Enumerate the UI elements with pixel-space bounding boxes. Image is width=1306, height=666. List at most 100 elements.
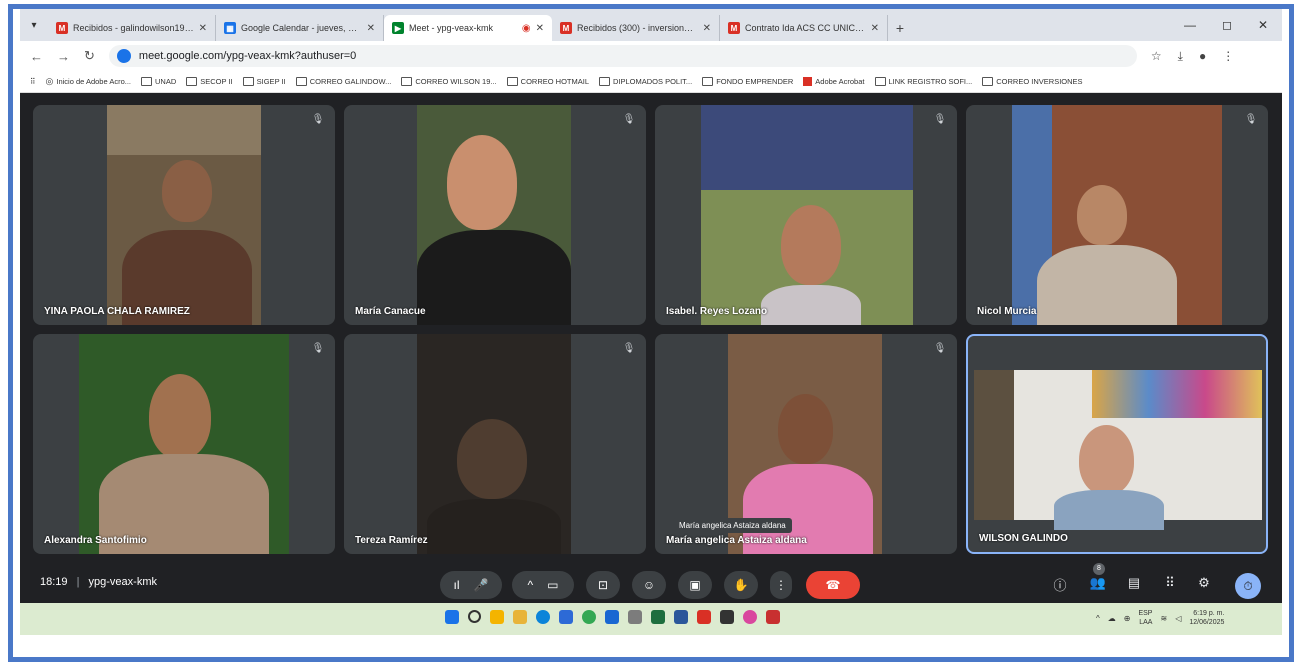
activities-icon[interactable]: ⠿ xyxy=(1160,575,1180,595)
close-icon[interactable]: ✕ xyxy=(703,23,711,34)
bookmark-item[interactable]: FONDO EMPRENDER xyxy=(702,77,793,86)
self-view-tile[interactable]: WILSON GALINDO xyxy=(966,334,1268,554)
participant-tile[interactable]: 🎙 Tereza Ramírez xyxy=(344,334,646,554)
back-icon[interactable]: ← xyxy=(30,49,43,64)
search-icon[interactable] xyxy=(468,610,481,623)
video-feed xyxy=(417,105,571,325)
bookmark-item[interactable]: CORREO INVERSIONES xyxy=(982,77,1083,86)
hang-up-icon: ☎ xyxy=(825,578,841,592)
participant-tile[interactable]: 🎙 Nicol Murcia xyxy=(966,105,1268,325)
bookmark-star-icon[interactable]: ☆ xyxy=(1151,49,1162,64)
chat-icon[interactable]: ▤ xyxy=(1124,575,1144,595)
forward-icon[interactable]: → xyxy=(57,49,70,64)
video-feed xyxy=(974,370,1262,530)
settings-icon[interactable] xyxy=(628,610,642,624)
bookmark-item[interactable]: LINK REGISTRO SOFI... xyxy=(874,77,972,86)
participant-name: Alexandra Santofimio xyxy=(44,535,147,546)
camera-button[interactable]: ^ ▭ xyxy=(512,571,574,599)
control-bar: 18:19 | ypg-veax-kmk ıl 🎤 ^ ▭ ⊡ ☺ ▣ ✋ ⋮ … xyxy=(20,563,1282,603)
present-button[interactable]: ⊡ xyxy=(586,571,620,599)
outlook-icon[interactable] xyxy=(674,610,688,624)
url-field[interactable]: meet.google.com/ypg-veax-kmk?authuser=0 xyxy=(108,45,1137,67)
bookmark-item[interactable]: UNAD xyxy=(141,77,176,86)
store-icon[interactable] xyxy=(559,610,573,624)
excel-icon[interactable] xyxy=(651,610,665,624)
windows-start-icon[interactable] xyxy=(445,610,459,624)
minimize-icon[interactable]: — xyxy=(1184,18,1196,32)
menu-icon[interactable]: ⋮ xyxy=(1222,49,1234,64)
leave-call-button[interactable]: ☎ xyxy=(806,571,860,599)
tab-meet[interactable]: ▶ Meet - ypg-veax-kmk ◉ ✕ xyxy=(384,15,552,41)
folder-icon xyxy=(186,77,198,86)
close-icon[interactable]: ✕ xyxy=(199,23,207,34)
more-options-button[interactable]: ⋮ xyxy=(770,571,792,599)
close-icon[interactable]: ✕ xyxy=(536,23,544,34)
video-feed xyxy=(107,105,261,325)
edge-icon[interactable] xyxy=(536,610,550,624)
site-info-icon[interactable] xyxy=(116,49,131,63)
new-tab-button[interactable]: + xyxy=(888,15,912,41)
bookmark-item[interactable]: SIGEP II xyxy=(242,77,286,86)
bookmark-item[interactable]: CORREO HOTMAIL xyxy=(506,77,589,86)
volume-icon[interactable]: ◁ xyxy=(1175,614,1181,623)
bookmark-item[interactable]: CORREO WILSON 19... xyxy=(401,77,497,86)
raise-hand-button[interactable]: ✋ xyxy=(724,571,758,599)
clock[interactable]: 6:19 p. m. 12/06/2025 xyxy=(1189,609,1224,627)
muted-mic-icon: 🎙 xyxy=(1244,114,1258,125)
participant-tile[interactable]: 🎙 Isabel. Reyes Lozano xyxy=(655,105,957,325)
reload-icon[interactable]: ↻ xyxy=(84,48,95,64)
info-icon[interactable]: ⓘ xyxy=(1050,575,1070,595)
bookmark-item[interactable]: DIPLOMADOS POLIT... xyxy=(599,77,692,86)
profile-icon[interactable]: ● xyxy=(1199,49,1206,64)
apps-icon[interactable]: ⠿ xyxy=(30,77,36,86)
tab-search-icon[interactable]: ▾ xyxy=(20,9,48,41)
close-icon[interactable]: ✕ xyxy=(367,23,375,34)
face xyxy=(1079,425,1134,495)
bookmark-label: FONDO EMPRENDER xyxy=(716,77,794,86)
chevron-up-icon[interactable]: ^ xyxy=(1096,614,1100,623)
participant-tile[interactable]: 🎙 Alexandra Santofimio xyxy=(33,334,335,554)
file-explorer-icon[interactable] xyxy=(513,610,527,624)
powerpoint-icon[interactable] xyxy=(697,610,711,624)
muted-mic-icon: 🎙 xyxy=(933,114,947,125)
timer-icon[interactable]: ⏱ xyxy=(1235,573,1261,599)
wifi-icon[interactable]: ≋ xyxy=(1160,614,1167,623)
muted-mic-icon: 🎙 xyxy=(311,114,325,125)
chrome-icon[interactable] xyxy=(582,610,596,624)
captions-button[interactable]: ▣ xyxy=(678,571,712,599)
separator: | xyxy=(76,576,80,588)
participant-tile[interactable]: 🎙 María Canacue xyxy=(344,105,646,325)
word-icon[interactable] xyxy=(605,610,619,624)
bookmark-item[interactable]: ◎ Inicio de Adobe Acro... xyxy=(46,76,132,87)
muted-mic-icon: 🎙 xyxy=(933,343,947,354)
close-window-icon[interactable]: ✕ xyxy=(1258,18,1268,32)
toolbar-right: ☆ ⤓ ● ⋮ xyxy=(1151,49,1234,64)
participant-name: YINA PAOLA CHALA RAMIREZ xyxy=(44,306,190,317)
language-indicator[interactable]: ESP LAA xyxy=(1138,609,1152,627)
tab-gmail-1[interactable]: M Recibidos - galindowilson1971@g... ✕ xyxy=(48,15,216,41)
participant-name: Tereza Ramírez xyxy=(355,535,428,546)
microphone-button[interactable]: ıl 🎤 xyxy=(440,571,502,599)
restore-icon[interactable]: ◻ xyxy=(1222,18,1232,32)
close-icon[interactable]: ✕ xyxy=(871,23,879,34)
tab-calendar[interactable]: ▦ Google Calendar - jueves, 12 de j... ✕ xyxy=(216,15,384,41)
tab-gmail-2[interactable]: M Recibidos (300) - inversionesjmyh... ✕ xyxy=(552,15,720,41)
cloud-icon[interactable]: ☁ xyxy=(1108,614,1116,623)
terminal-icon[interactable] xyxy=(720,610,734,624)
people-icon[interactable]: 👥 xyxy=(1088,575,1108,595)
bookmark-item[interactable]: CORREO GALINDOW... xyxy=(295,77,391,86)
host-controls-icon[interactable]: ⚙ xyxy=(1194,575,1214,595)
copilot-icon[interactable] xyxy=(490,610,504,624)
tab-gmail-3[interactable]: M Contrato Ida ACS CC UNICENTRO... ✕ xyxy=(720,15,888,41)
reactions-button[interactable]: ☺ xyxy=(632,571,666,599)
participant-tile[interactable]: 🎙 YINA PAOLA CHALA RAMIREZ xyxy=(33,105,335,325)
bookmark-item[interactable]: Adobe Acrobat xyxy=(803,77,865,86)
bookmark-item[interactable]: SECOP II xyxy=(186,77,233,86)
antivirus-icon[interactable] xyxy=(766,610,780,624)
gmail-icon: M xyxy=(560,22,572,34)
bookmark-label: DIPLOMADOS POLIT... xyxy=(613,77,693,86)
usb-icon[interactable]: ⊕ xyxy=(1124,614,1131,623)
bookmark-label: UNAD xyxy=(155,77,177,86)
download-icon[interactable]: ⤓ xyxy=(1178,49,1183,64)
app-icon[interactable] xyxy=(743,610,757,624)
